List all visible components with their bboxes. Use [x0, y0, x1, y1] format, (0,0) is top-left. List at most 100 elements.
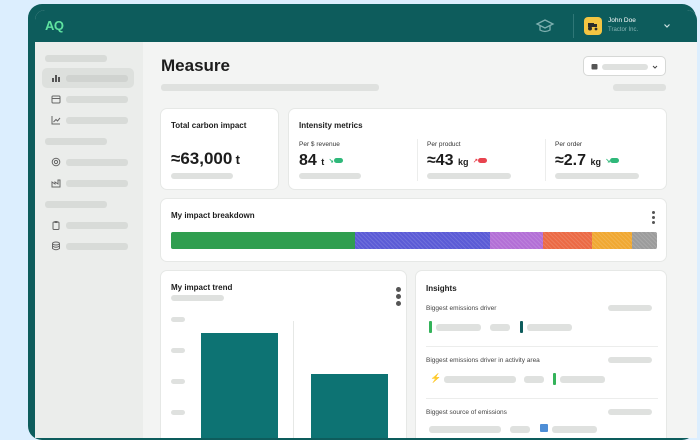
y-tick-placeholder — [171, 317, 185, 322]
more-options-icon[interactable] — [652, 211, 655, 226]
factory-icon[interactable] — [51, 178, 61, 188]
target-icon[interactable] — [51, 157, 61, 167]
metric-subtext-placeholder — [299, 173, 361, 179]
trend-badge — [610, 158, 620, 164]
insight-chip-placeholder — [560, 376, 605, 383]
insight-chip-placeholder — [490, 324, 510, 331]
insight-label: Biggest emissions driver — [426, 305, 497, 312]
sidebar-item-label — [66, 222, 128, 229]
breakdown-segment[interactable] — [543, 232, 592, 249]
status-marker — [520, 321, 523, 333]
main-content: Measure Total carbon impact ≈63,000 t In… — [143, 42, 697, 438]
status-placeholder — [613, 84, 666, 91]
total-carbon-title: Total carbon impact — [171, 121, 247, 130]
breakdown-title: My impact breakdown — [171, 211, 255, 220]
status-marker — [429, 321, 432, 333]
total-carbon-card: Total carbon impact ≈63,000 t — [160, 108, 279, 190]
date-range-button[interactable] — [583, 56, 666, 76]
insight-value-placeholder — [608, 409, 652, 415]
metric-value: ≈43 kg ↗ — [427, 152, 488, 170]
avatar[interactable] — [584, 17, 602, 35]
trend-subtitle-placeholder — [171, 295, 224, 301]
date-range-placeholder — [602, 64, 648, 70]
breakdown-segment[interactable] — [171, 232, 355, 249]
insight-divider — [426, 346, 658, 347]
y-tick-placeholder — [171, 379, 185, 384]
insights-card: Insights Biggest emissions driver Bigges… — [415, 270, 667, 438]
app-logo[interactable]: AQ — [45, 18, 64, 33]
breakdown-bar — [171, 232, 657, 249]
insight-chip-placeholder — [444, 376, 516, 383]
sidebar-item-label — [66, 159, 128, 166]
insight-chip-placeholder — [436, 324, 481, 331]
top-bar-divider — [573, 14, 574, 38]
metric-value: ≈2.7 kg ↘ — [555, 152, 620, 170]
page-title: Measure — [161, 56, 230, 75]
insight-chip-placeholder — [510, 426, 530, 433]
insight-chip-placeholder — [429, 426, 501, 433]
metric-label: Per order — [555, 141, 583, 148]
metric-divider — [545, 139, 546, 181]
breakdown-segment[interactable] — [489, 232, 544, 249]
insights-title: Insights — [426, 284, 457, 293]
user-name: John Doe — [608, 17, 636, 24]
trend-bar — [311, 374, 388, 438]
breakdown-segment[interactable] — [354, 232, 490, 249]
trend-badge — [333, 158, 343, 164]
trend-title: My impact trend — [171, 283, 233, 292]
breakdown-segment[interactable] — [591, 232, 633, 249]
graduation-cap-icon[interactable] — [535, 18, 555, 34]
sidebar — [35, 42, 143, 438]
page-subtitle-placeholder — [161, 84, 379, 91]
app-window: AQ John Doe Tractor Inc. Measure Total c… — [35, 10, 697, 438]
intensity-title: Intensity metrics — [299, 121, 363, 130]
intensity-metrics-card: Intensity metrics Per $ revenue 84 t ↘ P… — [288, 108, 667, 190]
status-marker — [553, 373, 556, 385]
clipboard-icon[interactable] — [51, 220, 61, 230]
trend-badge — [478, 158, 488, 164]
line-chart-icon[interactable] — [51, 115, 61, 125]
metric-label: Per $ revenue — [299, 141, 340, 148]
chart-gridline — [293, 321, 294, 438]
sidebar-section-header — [45, 201, 107, 208]
calendar-icon[interactable] — [51, 94, 61, 104]
metric-label: Per product — [427, 141, 461, 148]
y-tick-placeholder — [171, 348, 185, 353]
metric-divider — [417, 139, 418, 181]
metric-subtext-placeholder — [427, 173, 511, 179]
sidebar-section-header — [45, 55, 107, 62]
sidebar-item-label — [66, 96, 128, 103]
trend-bar — [201, 333, 278, 438]
y-tick-placeholder — [171, 410, 185, 415]
top-bar: AQ John Doe Tractor Inc. — [35, 10, 697, 42]
sidebar-item-label — [66, 243, 128, 250]
sidebar-section-header — [45, 138, 107, 145]
total-carbon-subtext-placeholder — [171, 173, 233, 179]
chevron-down-icon[interactable] — [663, 22, 671, 30]
calendar-icon — [591, 64, 598, 70]
insight-label: Biggest emissions driver in activity are… — [426, 357, 540, 364]
insight-value-placeholder — [608, 357, 652, 363]
trend-down-icon: ↘ — [328, 158, 334, 165]
metric-value: 84 t ↘ — [299, 152, 343, 170]
impact-trend-card: My impact trend — [160, 270, 407, 438]
insight-chip-placeholder — [524, 376, 544, 383]
sidebar-item-label — [66, 180, 128, 187]
insight-label: Biggest source of emissions — [426, 409, 507, 416]
chevron-down-icon — [652, 65, 658, 69]
impact-breakdown-card: My impact breakdown — [160, 198, 667, 262]
sidebar-item-label — [66, 75, 128, 82]
sidebar-item-label — [66, 117, 128, 124]
tractor-icon — [588, 23, 598, 31]
lightning-icon: ⚡ — [430, 373, 442, 383]
bar-chart-icon[interactable] — [51, 73, 61, 83]
user-org: Tractor Inc. — [608, 27, 639, 33]
insight-chip-placeholder — [552, 426, 597, 433]
total-carbon-value: ≈63,000 t — [171, 149, 241, 168]
metric-subtext-placeholder — [555, 173, 639, 179]
insight-chip-placeholder — [527, 324, 572, 331]
database-icon[interactable] — [51, 241, 61, 251]
more-options-icon[interactable] — [396, 287, 401, 308]
breakdown-segment[interactable] — [632, 232, 657, 249]
truck-icon — [540, 424, 548, 432]
